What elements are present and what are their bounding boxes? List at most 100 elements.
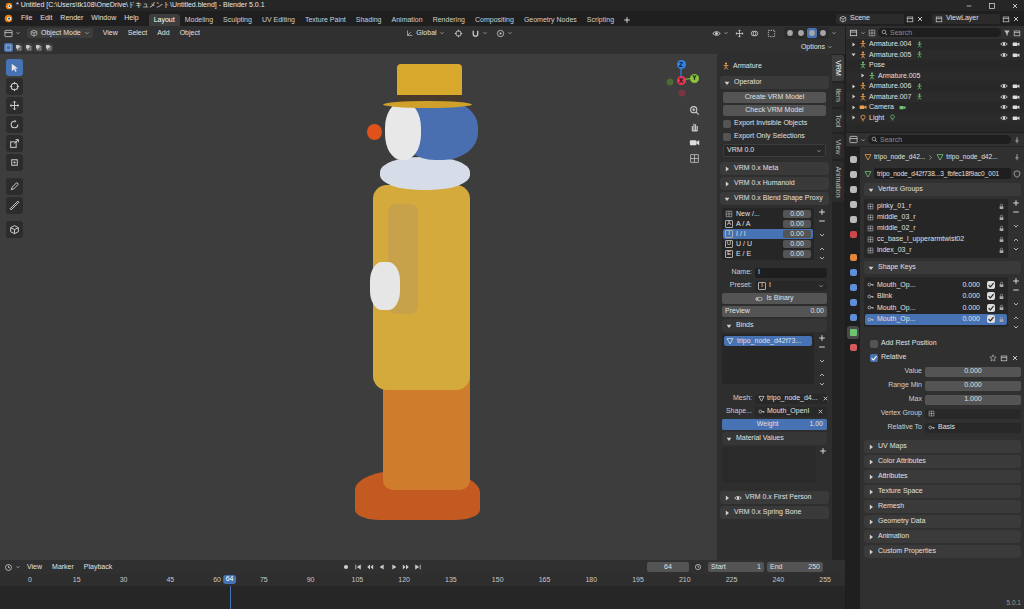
is-binary-toggle[interactable]: Is Binary — [722, 293, 827, 304]
maximize-icon[interactable] — [988, 2, 996, 10]
expand-arrow-icon[interactable] — [725, 322, 733, 330]
blend-shape-value[interactable]: 0.00 — [783, 240, 811, 248]
blender-logo-icon[interactable] — [5, 2, 13, 10]
remove-icon[interactable] — [1012, 286, 1020, 294]
add-icon[interactable] — [1012, 277, 1020, 285]
expand-arrow-icon[interactable] — [859, 72, 866, 79]
expand-arrow-icon[interactable] — [725, 322, 733, 330]
new-scene-icon[interactable] — [906, 15, 914, 23]
xray-icon[interactable] — [767, 29, 776, 38]
expand-arrow-icon[interactable] — [867, 186, 875, 194]
expand-arrow-icon[interactable] — [850, 83, 857, 90]
viewport-menu[interactable]: Select — [124, 29, 151, 37]
properties-tab[interactable] — [847, 311, 859, 324]
proportional-caret-icon[interactable] — [507, 30, 513, 36]
move-up-icon[interactable] — [818, 371, 826, 379]
render-toggle-icon[interactable] — [1012, 82, 1020, 90]
expand-arrow-icon[interactable] — [867, 518, 875, 526]
expand-arrow-icon[interactable] — [723, 79, 731, 87]
clear-icon[interactable] — [817, 408, 824, 415]
remove-icon[interactable] — [818, 343, 826, 351]
lock-icon[interactable] — [998, 214, 1005, 221]
number-field[interactable]: 1.000 — [925, 395, 1021, 405]
sidebar-tab[interactable]: Animation — [832, 161, 844, 202]
outliner-row[interactable]: Light — [846, 113, 1024, 124]
move-down-icon[interactable] — [818, 254, 826, 262]
new-layer-icon[interactable] — [1002, 15, 1010, 23]
vertex-group-item[interactable]: pinky_01_r — [865, 201, 1007, 212]
properties-tab[interactable] — [847, 153, 859, 166]
visibility-icon[interactable] — [1000, 82, 1008, 90]
editor-caret-icon[interactable] — [860, 30, 866, 36]
editor-type-icon[interactable] — [849, 135, 858, 144]
lock-icon[interactable] — [998, 293, 1005, 300]
property-section[interactable]: Texture Space — [864, 485, 1021, 498]
properties-tab[interactable] — [847, 251, 859, 264]
checkbox[interactable] — [723, 120, 731, 128]
new-scene-icon[interactable] — [906, 15, 914, 23]
blend-shape-item[interactable]: AA / A0.00 — [723, 219, 813, 229]
add-icon[interactable] — [818, 334, 826, 342]
add-icon[interactable] — [818, 208, 826, 216]
playback-playback-icon[interactable] — [378, 563, 386, 571]
clear-icon[interactable] — [822, 395, 829, 402]
properties-tab[interactable] — [847, 183, 859, 196]
mesh-name[interactable]: tripo_node_d42f738...3_fbfec18f9ac0_001 — [877, 170, 999, 178]
lock-icon[interactable] — [998, 281, 1005, 288]
expand-arrow-icon[interactable] — [723, 180, 731, 188]
viewport-menu[interactable]: Add — [153, 29, 173, 37]
expand-arrow-icon[interactable] — [867, 548, 875, 556]
sidebar-panel-header[interactable]: VRM 0.x Humanoid — [720, 177, 829, 190]
lock-icon[interactable] — [998, 304, 1005, 311]
expand-arrow-icon[interactable] — [867, 458, 875, 466]
expand-arrow-icon[interactable] — [867, 264, 875, 272]
move-up-icon[interactable] — [1012, 314, 1020, 322]
expand-arrow-icon[interactable] — [867, 264, 875, 272]
blend-shape-value[interactable]: 0.00 — [783, 220, 811, 228]
tool-button[interactable] — [6, 178, 23, 195]
tool-button[interactable] — [6, 135, 23, 152]
property-section[interactable]: Color Attributes — [864, 455, 1021, 468]
move-up-icon[interactable] — [1012, 236, 1020, 244]
vertex-group-item[interactable]: cc_base_l_upperarmtwist02 — [865, 234, 1007, 245]
ortho-toggle-icon[interactable] — [689, 153, 700, 164]
remove-icon[interactable] — [818, 217, 826, 225]
specials-icon[interactable] — [818, 231, 826, 239]
outliner-row[interactable]: Armature.005 — [846, 71, 1024, 82]
blend-shape-item[interactable]: II / I0.00 — [723, 229, 813, 239]
expand-arrow-icon[interactable] — [850, 51, 857, 58]
properties-tab[interactable] — [847, 228, 859, 241]
sidebar-tab[interactable]: VRM — [832, 55, 844, 81]
shape-key-value[interactable]: 0.000 — [962, 315, 980, 323]
delete-layer-icon[interactable] — [1012, 15, 1020, 23]
visibility-icon[interactable] — [712, 29, 721, 38]
expand-arrow-icon[interactable] — [867, 518, 875, 526]
playback-skipstart-icon[interactable] — [354, 563, 362, 571]
render-toggle-icon[interactable] — [1012, 103, 1020, 111]
name-value[interactable]: I — [758, 268, 760, 276]
binds-panel[interactable]: Binds — [722, 319, 827, 332]
expand-arrow-icon[interactable] — [725, 435, 733, 443]
vertex-group-item[interactable]: middle_02_r — [865, 223, 1007, 234]
property-section[interactable]: Animation — [864, 530, 1021, 543]
sidebar-panel-header[interactable]: VRM 0.x First Person — [720, 491, 829, 504]
expand-arrow-icon[interactable] — [850, 41, 857, 48]
visibility-icon[interactable] — [1000, 103, 1008, 111]
proportional-icon[interactable] — [496, 29, 505, 38]
search-field[interactable]: Basis — [925, 423, 1021, 433]
operator-button[interactable]: Create VRM Model — [723, 92, 826, 103]
blend-shape-item[interactable]: EE / E0.00 — [723, 249, 813, 259]
gizmo-toggle-icon[interactable] — [735, 29, 744, 38]
remove-icon[interactable] — [1012, 208, 1020, 216]
visibility-icon[interactable] — [1000, 114, 1008, 122]
playback-nextkey-icon[interactable] — [402, 563, 410, 571]
playback-skipstart-icon[interactable] — [354, 563, 362, 571]
end-value[interactable]: 250 — [808, 563, 820, 571]
tool-button[interactable] — [6, 197, 23, 214]
snap-icon[interactable] — [471, 29, 480, 38]
pin-icon[interactable] — [1013, 136, 1021, 144]
pan-icon[interactable] — [689, 121, 700, 132]
end-frame-field[interactable]: End250 — [767, 562, 823, 572]
move-up-icon[interactable] — [818, 245, 826, 253]
snap-icon[interactable] — [471, 29, 480, 38]
